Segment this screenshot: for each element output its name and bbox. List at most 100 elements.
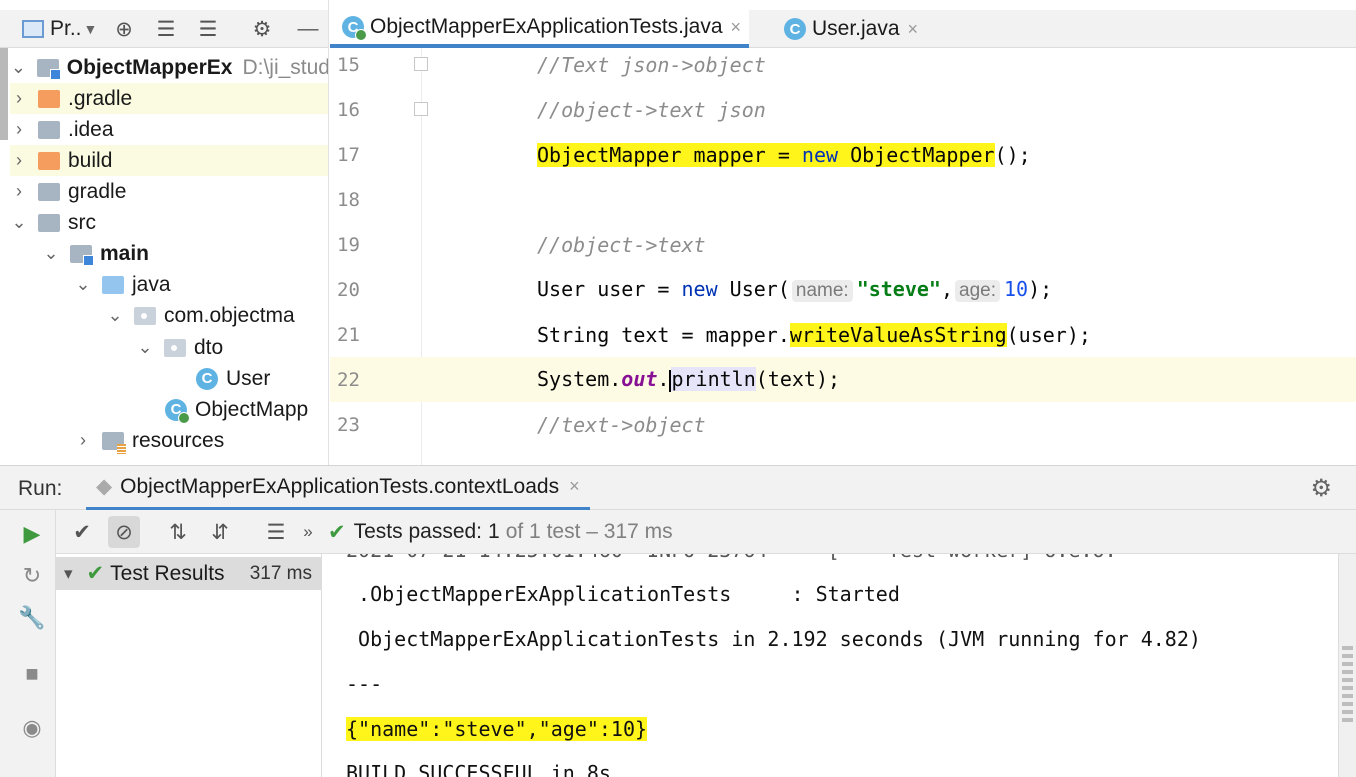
code-line[interactable]: 23 //text->object (330, 402, 1356, 447)
chevron-down-icon[interactable]: ⌄ (10, 212, 28, 233)
chevron-down-icon[interactable]: ⌄ (74, 274, 92, 295)
run-side-toolbar: ▶ ↻ 🔧 ■ ◉ (0, 510, 56, 777)
tree-item-label: java (132, 272, 171, 296)
tree-item-gradle-cache[interactable]: › .gradle (10, 83, 328, 114)
code-token: . (657, 367, 670, 392)
rerun-failed-icon[interactable]: ↻ (16, 560, 48, 592)
keyword: new (681, 277, 718, 301)
chevron-down-icon[interactable]: ⌄ (10, 57, 27, 78)
console-line: 2021-07-21 14:25:01.460 INFO 23764 --- [… (346, 554, 1117, 562)
highlight: ObjectMapper (838, 142, 995, 167)
test-results-time: 317 ms (249, 562, 312, 584)
code-line[interactable]: 20 User user = new User(name: "steve", age… (330, 267, 1356, 312)
chevron-down-icon[interactable]: ▾ (64, 564, 73, 584)
chevron-down-icon[interactable]: ⌄ (136, 337, 154, 358)
chevron-down-icon[interactable]: ⌄ (106, 305, 124, 326)
expand-all-icon[interactable]: ☰ (262, 516, 290, 548)
tree-item-dto[interactable]: ⌄ dto (10, 332, 328, 363)
tree-item-src[interactable]: ⌄ src (10, 207, 328, 238)
tree-item-label: .gradle (68, 86, 133, 110)
excluded-folder-icon (38, 151, 60, 170)
console-line: .ObjectMapperExApplicationTests : Starte… (346, 582, 900, 606)
code-line[interactable]: 21 String text = mapper.writeValueAsStri… (330, 312, 1356, 357)
highlight: {"name":"steve","age":10} (346, 717, 648, 741)
string-literal: "steve" (856, 277, 941, 301)
collapse-all-icon[interactable]: ☰ (194, 10, 222, 48)
status-passed-count: 1 (488, 520, 500, 543)
chevron-down-icon: ▼ (83, 21, 98, 37)
test-results-root[interactable]: ▾ ✔ Test Results 317 ms (56, 557, 322, 590)
project-root-path: D:\ji_stud (242, 55, 329, 79)
tree-item-idea[interactable]: › .idea (10, 114, 328, 145)
stop-icon[interactable]: ■ (16, 658, 48, 690)
scrollbar-thumb[interactable] (1342, 646, 1353, 726)
fold-marker-icon[interactable] (414, 57, 428, 71)
line-number: 18 (337, 188, 360, 211)
code-line[interactable]: 16 //object->text json (330, 87, 1356, 132)
sort-alphabetically-icon[interactable]: ⇅ (164, 516, 192, 548)
status-meta: of 1 test – 317 ms (505, 520, 673, 543)
wrench-icon[interactable]: 🔧 (16, 602, 48, 634)
console-scrollbar[interactable] (1338, 554, 1356, 777)
chevron-right-icon[interactable]: › (74, 430, 92, 451)
tree-item-resources[interactable]: › resources (10, 425, 328, 456)
project-tool-window: Pr.. ▼ ⊕ ☰ ☰ ⚙ — ⌄ ObjectMapperEx D:\ji_… (0, 0, 329, 465)
chevron-right-icon[interactable]: › (10, 88, 28, 109)
line-number: 20 (337, 278, 360, 301)
tree-item-label: ObjectMapp (195, 397, 309, 421)
close-icon[interactable]: × (908, 19, 919, 40)
code-text: ObjectMapper mapper = new ObjectMapper()… (537, 142, 1031, 167)
code-line-current[interactable]: 22 System.out. println(text); (330, 357, 1356, 402)
eye-icon[interactable]: ◉ (16, 712, 48, 744)
run-tab-label: ObjectMapperExApplicationTests.contextLo… (120, 474, 560, 498)
source-folder-icon (102, 275, 124, 294)
more-actions-icon[interactable]: » (296, 516, 320, 548)
rerun-icon[interactable]: ▶ (16, 518, 48, 550)
code-token: System. (537, 367, 622, 392)
close-icon[interactable]: × (731, 17, 742, 38)
tree-item-project-root[interactable]: ⌄ ObjectMapperEx D:\ji_stud (10, 52, 329, 83)
sort-by-duration-icon[interactable]: ⇵ (206, 516, 234, 548)
code-line[interactable]: 19 //object->text (330, 222, 1356, 267)
show-ignored-icon[interactable]: ⊘ (108, 516, 140, 548)
folder-icon (38, 182, 60, 201)
chevron-right-icon[interactable]: › (10, 181, 28, 202)
project-view-selector[interactable]: Pr.. ▼ (22, 10, 97, 48)
project-root-label: ObjectMapperEx (66, 55, 233, 79)
tree-item-main[interactable]: ⌄ main (10, 238, 328, 269)
tree-item-gradle[interactable]: › gradle (10, 176, 328, 207)
expand-all-icon[interactable]: ☰ (152, 10, 180, 48)
gear-icon[interactable]: ⚙ (1310, 466, 1332, 511)
code-line[interactable]: 15 //Text json->object (330, 42, 1356, 87)
package-icon (164, 338, 186, 357)
code-line[interactable]: 17 ObjectMapper mapper = new ObjectMappe… (330, 132, 1356, 177)
code-line[interactable]: 18 (330, 177, 1356, 222)
tree-item-label: dto (194, 335, 224, 359)
tree-item-java[interactable]: ⌄ java (10, 269, 328, 300)
parameter-hint: name: (791, 280, 853, 302)
locate-icon[interactable]: ⊕ (110, 10, 138, 48)
code-token: (user); (1006, 322, 1091, 347)
gear-icon[interactable]: ⚙ (248, 10, 276, 48)
chevron-right-icon[interactable]: › (10, 119, 28, 140)
hide-icon[interactable]: — (294, 10, 322, 48)
tree-item-test-class[interactable]: C ObjectMapp (10, 394, 328, 425)
console-output[interactable]: 2021-07-21 14:25:01.460 INFO 23764 --- [… (322, 554, 1338, 777)
chevron-down-icon[interactable]: ⌄ (42, 243, 60, 264)
fold-marker-icon[interactable] (414, 102, 428, 116)
test-status: ✔ Tests passed: 1 of 1 test – 317 ms (328, 510, 673, 554)
tab-run-configuration[interactable]: ◆ ObjectMapperExApplicationTests.context… (86, 466, 590, 511)
show-passed-icon[interactable]: ✔ (68, 516, 96, 548)
module-folder-icon (36, 58, 61, 80)
tree-item-user-class[interactable]: C User (10, 363, 328, 394)
tree-item-label: main (100, 241, 150, 265)
tree-item-label: .idea (68, 117, 114, 141)
tree-item-package[interactable]: ⌄ com.objectma (10, 300, 328, 331)
close-icon[interactable]: × (569, 476, 580, 497)
line-number: 17 (337, 143, 360, 166)
folder-icon (38, 213, 60, 232)
run-label: Run: (18, 476, 63, 500)
chevron-right-icon[interactable]: › (10, 150, 28, 171)
code-editor: C ObjectMapperExApplicationTests.java × … (330, 0, 1356, 465)
tree-item-build[interactable]: › build (10, 145, 328, 176)
